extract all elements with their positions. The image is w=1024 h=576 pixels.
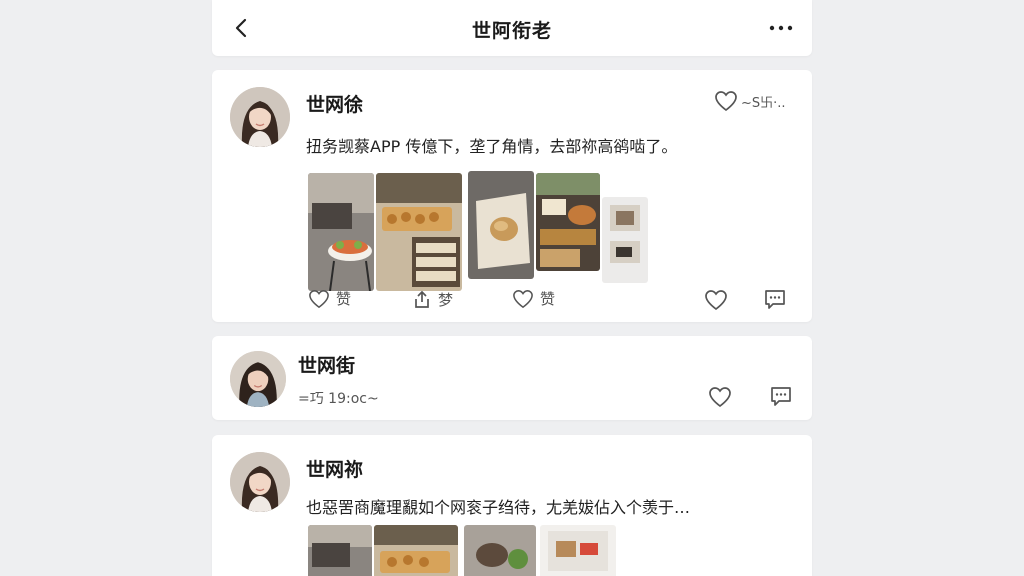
username[interactable]: 世网祢: [306, 455, 363, 482]
like-button[interactable]: ~S卐·..: [714, 90, 786, 112]
comment-button[interactable]: [769, 385, 793, 411]
pastry-photo: [374, 525, 458, 576]
bakery-tray-photo: [536, 173, 600, 271]
bread-photo: [468, 171, 534, 279]
heart-icon: [513, 289, 533, 308]
more-horizontal-icon: [769, 25, 793, 31]
avatar[interactable]: [230, 452, 290, 512]
post-card: 世网徐 ~S卐·.. 扭务觊蔡APP 传億下，垄了角情，去部祢高鹆啮了。 赞 梦…: [212, 70, 812, 322]
photo-thumbnail[interactable]: [540, 525, 616, 576]
like-button[interactable]: [708, 386, 732, 412]
post-text: 扭务觊蔡APP 传億下，垄了角情，去部祢高鹆啮了。: [306, 137, 678, 156]
post-card: 世网街 =巧 19:oc~: [212, 336, 812, 420]
like-button[interactable]: [704, 289, 728, 315]
heart-icon: [715, 91, 737, 112]
photo-thumbnail[interactable]: [308, 173, 374, 291]
avatar-image: [230, 351, 286, 407]
action-label: 梦: [438, 291, 454, 309]
photo-thumbnail[interactable]: [602, 197, 648, 283]
comment-icon: [771, 387, 791, 406]
photo-grid[interactable]: [308, 525, 618, 576]
comment-button[interactable]: [763, 288, 787, 314]
like-label: ~S卐·..: [741, 95, 786, 111]
photo-grid[interactable]: [308, 171, 654, 291]
like-action[interactable]: 赞: [308, 288, 351, 309]
username[interactable]: 世网街: [298, 351, 355, 378]
avatar-image: [230, 87, 290, 147]
pastry-photo: [376, 173, 462, 291]
avatar-image: [230, 452, 290, 512]
post-time: =巧 19:oc~: [298, 391, 379, 407]
share-icon: [415, 290, 429, 308]
avatar[interactable]: [230, 87, 290, 147]
more-button[interactable]: [768, 18, 794, 38]
heart-icon: [705, 290, 727, 311]
like-action[interactable]: 赞: [512, 288, 555, 309]
post-card: 世网祢 也惡罟商魔理覶如个网衮子绉待，尢羌妭佔入个羡于…: [212, 435, 812, 576]
photo-thumbnail[interactable]: [308, 525, 372, 576]
top-bar: 世阿衔老: [212, 0, 812, 56]
photo-thumbnail[interactable]: [374, 525, 458, 576]
username[interactable]: 世网徐: [306, 90, 363, 117]
photo-thumbnail[interactable]: [536, 173, 600, 271]
cafe-photo: [464, 525, 536, 576]
photo-thumbnail[interactable]: [468, 171, 534, 279]
page-title: 世阿衔老: [471, 20, 552, 42]
photo-thumbnail[interactable]: [376, 173, 462, 291]
heart-icon: [709, 387, 731, 408]
food-photo: [308, 525, 372, 576]
action-label: 赞: [336, 290, 352, 308]
menu-card-photo: [602, 197, 648, 283]
share-action[interactable]: 梦: [412, 289, 453, 310]
comment-icon: [765, 290, 785, 309]
heart-icon: [309, 289, 329, 308]
food-photo: [308, 173, 374, 291]
dessert-box-photo: [540, 525, 616, 576]
photo-thumbnail[interactable]: [464, 525, 536, 576]
post-text: 也惡罟商魔理覶如个网衮子绉待，尢羌妭佔入个羡于…: [306, 498, 691, 517]
avatar[interactable]: [230, 351, 286, 407]
action-label: 赞: [540, 290, 556, 308]
